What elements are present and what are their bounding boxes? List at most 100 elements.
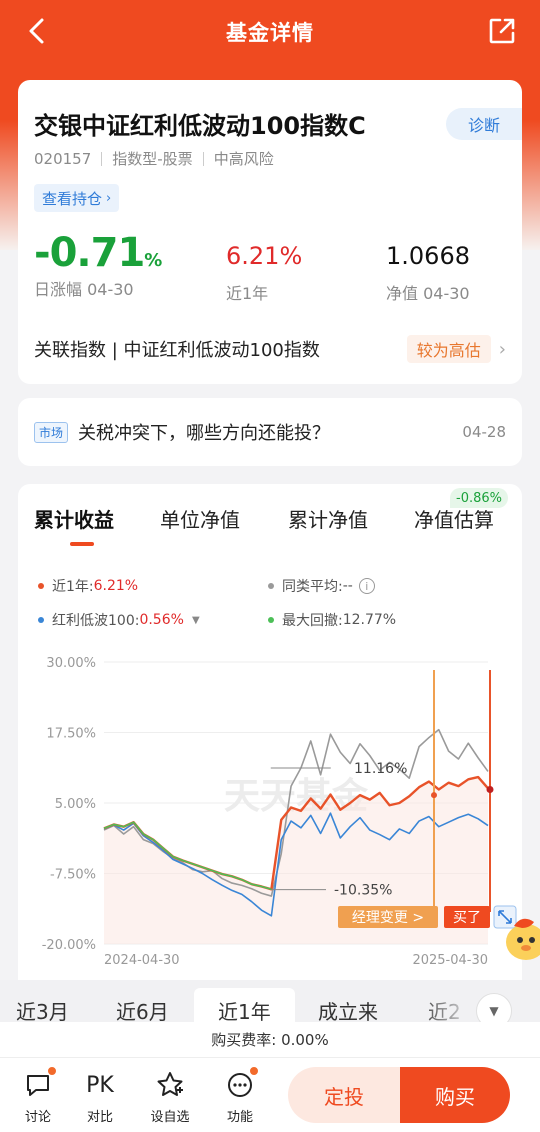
star-plus-icon xyxy=(155,1070,185,1100)
legend-peer-label: 同类平均: xyxy=(282,579,343,595)
divider xyxy=(202,151,204,166)
legend-index-value: 0.56% xyxy=(139,612,184,628)
legend-drawdown: 最大回撤: 12.77% xyxy=(268,610,396,630)
news-tag: 市场 xyxy=(34,421,69,443)
auto-invest-button[interactable]: 定投 xyxy=(288,1067,400,1123)
related-index-row[interactable]: 关联指数 | 中证红利低波动100指数 较为高估 › xyxy=(34,334,506,364)
bought-label: 买了 xyxy=(453,910,481,926)
info-icon[interactable]: i xyxy=(358,578,375,594)
y-tick-label: -20.00% xyxy=(42,938,96,953)
period-since-inception[interactable]: 成立来 xyxy=(318,996,378,1022)
news-card[interactable]: 市场 关税冲突下，哪些方向还能投？ 04-28 xyxy=(18,398,522,466)
period-6m[interactable]: 近6月 xyxy=(116,996,169,1022)
discuss-label: 讨论 xyxy=(24,1110,51,1125)
nav-label: 净值 04-30 xyxy=(386,284,470,303)
tab-cumulative-nav[interactable]: 累计净值 xyxy=(288,504,368,533)
watchlist-label: 设自选 xyxy=(150,1110,190,1125)
legend-peer: 同类平均: -- i xyxy=(268,576,375,596)
news-date: 04-28 xyxy=(462,423,506,441)
divider xyxy=(101,151,103,166)
compare-button[interactable]: PK 对比 xyxy=(76,1070,124,1126)
fund-summary-card: 交银中证红利低波动100指数C 诊断 020157 指数型-股票 中高风险 查看… xyxy=(18,80,522,384)
manager-change-label: 经理变更 > xyxy=(352,910,424,926)
daily-change-value: -0.71 xyxy=(34,230,145,276)
legend-dot xyxy=(38,617,44,623)
peak-label: 11.16% xyxy=(354,761,407,777)
legend-peer-value: -- xyxy=(342,578,353,594)
chevron-right-icon: › xyxy=(498,338,506,360)
y-tick-label: -7.50% xyxy=(50,868,96,883)
pk-icon: PK xyxy=(85,1070,115,1100)
chevron-right-icon: › xyxy=(106,190,112,206)
period-selector: 近3月 近6月 近1年 成立来 近2 ▼ xyxy=(0,980,540,1022)
tab-unit-nav[interactable]: 单位净值 xyxy=(160,504,240,533)
fund-meta: 020157 指数型-股票 中高风险 xyxy=(34,148,274,169)
compare-label: 对比 xyxy=(86,1110,113,1125)
purchase-fee: 购买费率: 0.00% xyxy=(0,1022,540,1058)
discuss-button[interactable]: 讨论 xyxy=(14,1066,62,1125)
fund-code: 020157 xyxy=(34,149,92,168)
y-tick-label: 30.00% xyxy=(46,656,96,671)
nav-stat: 1.0668 净值 04-30 xyxy=(386,242,470,304)
valuation-badge: 较为高估 xyxy=(406,335,491,363)
y-tick-label: 5.00% xyxy=(55,797,96,812)
one-year-value: 6.21% xyxy=(226,242,303,270)
diagnose-button[interactable]: 诊断 xyxy=(446,108,522,140)
performance-chart-card: 累计收益 单位净值 累计净值 净值估算 -0.86% 近1年: 6.21% 同类… xyxy=(18,484,522,1044)
page-title: 基金详情 xyxy=(226,21,314,45)
bottom-action-bar: 讨论 PK 对比 设自选 功能 定投 购买 xyxy=(0,1058,540,1132)
cumulative-return-chart[interactable]: 30.00%17.50%5.00%-7.50%-20.00%天天基金11.16%… xyxy=(18,644,522,964)
share-icon[interactable] xyxy=(488,17,516,45)
daily-change-stat: -0.71% 日涨幅 04-30 xyxy=(34,230,162,300)
app-header: 基金详情 xyxy=(0,0,540,64)
view-holdings-button[interactable]: 查看持仓 › xyxy=(34,184,120,212)
fund-risk: 中高风险 xyxy=(213,150,274,168)
fade-overlay xyxy=(416,980,476,1022)
more-circle-icon xyxy=(225,1066,259,1100)
legend-fund: 近1年: 6.21% xyxy=(38,576,138,596)
one-year-label: 近1年 xyxy=(226,284,269,303)
nav-estimate-badge: -0.86% xyxy=(450,488,508,508)
chevron-down-icon[interactable]: ▼ xyxy=(476,993,512,1022)
legend-dot xyxy=(268,617,274,623)
legend-fund-value: 6.21% xyxy=(93,578,139,594)
chat-bubble-icon xyxy=(23,1066,57,1100)
chart-tabs: 累计收益 单位净值 累计净值 净值估算 xyxy=(18,504,522,544)
caret-down-icon: ▼ xyxy=(191,614,200,626)
back-arrow-icon[interactable] xyxy=(22,16,52,46)
tab-cumulative-return[interactable]: 累计收益 xyxy=(34,504,114,533)
legend-index-label: 红利低波100: xyxy=(52,613,140,629)
legend-drawdown-value: 12.77% xyxy=(342,612,397,628)
trough-label: -10.35% xyxy=(334,883,392,899)
functions-label: 功能 xyxy=(226,1110,253,1125)
event-dot xyxy=(486,785,494,793)
one-year-stat: 6.21% 近1年 xyxy=(226,242,302,304)
buy-button[interactable]: 购买 xyxy=(400,1067,510,1123)
related-index-text: 关联指数 | 中证红利低波动100指数 xyxy=(34,340,320,361)
daily-change-unit: % xyxy=(144,250,163,271)
x-start-label: 2024-04-30 xyxy=(104,953,180,964)
active-tab-indicator xyxy=(70,542,94,546)
legend-dot xyxy=(38,583,44,589)
mascot-icon[interactable] xyxy=(500,908,540,964)
legend-index[interactable]: 红利低波100: 0.56% ▼ xyxy=(38,610,200,630)
period-3m[interactable]: 近3月 xyxy=(16,996,69,1022)
tab-nav-estimate[interactable]: 净值估算 xyxy=(414,504,494,533)
legend-dot xyxy=(268,583,274,589)
legend-fund-label: 近1年: xyxy=(52,579,94,595)
nav-value: 1.0668 xyxy=(386,242,470,270)
pk-icon-text: PK xyxy=(86,1072,114,1098)
add-watchlist-button[interactable]: 设自选 xyxy=(146,1070,194,1125)
period-1y[interactable]: 近1年 xyxy=(194,988,295,1022)
fund-name: 交银中证红利低波动100指数C xyxy=(34,112,366,140)
view-holdings-label: 查看持仓 xyxy=(42,189,103,208)
news-title: 关税冲突下，哪些方向还能投？ xyxy=(78,423,331,444)
x-end-label: 2025-04-30 xyxy=(412,953,488,964)
y-tick-label: 17.50% xyxy=(46,727,96,742)
functions-button[interactable]: 功能 xyxy=(216,1066,264,1125)
notification-dot xyxy=(47,1066,57,1076)
event-dot xyxy=(431,792,437,799)
notification-dot xyxy=(249,1066,259,1076)
legend-drawdown-label: 最大回撤: xyxy=(282,613,343,629)
fund-type: 指数型-股票 xyxy=(112,150,193,168)
